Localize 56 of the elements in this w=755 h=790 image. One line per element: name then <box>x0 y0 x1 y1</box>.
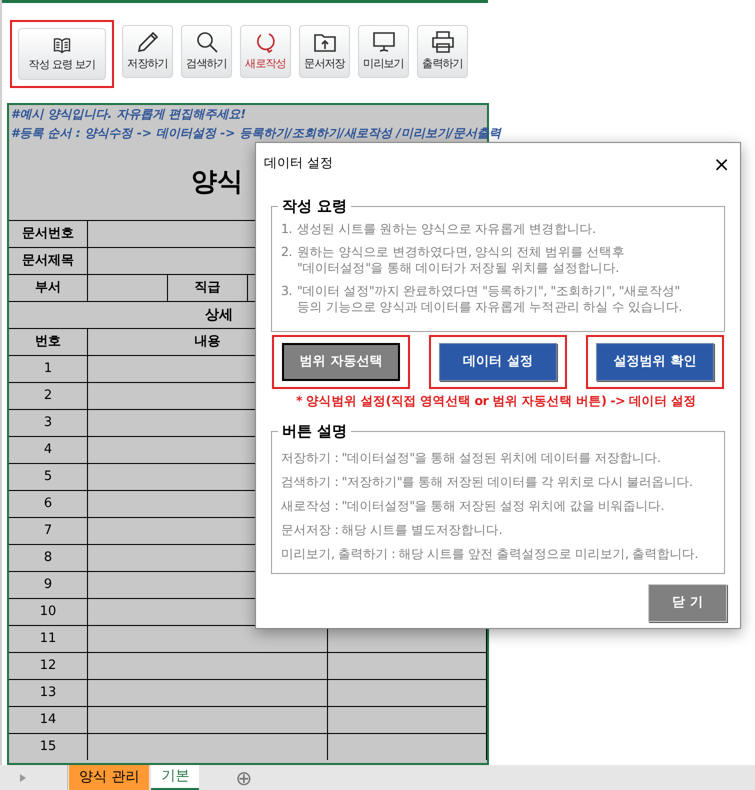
column-header: 번호 <box>9 329 88 355</box>
dialog-button[interactable]: 설정범위 확인 <box>596 343 714 381</box>
printer-icon <box>430 30 454 54</box>
sheet-tab[interactable]: 기본 <box>151 765 200 790</box>
instruction-text: 생성된 시트를 원하는 양식으로 자유롭게 변경합니다. <box>297 221 596 237</box>
close-button[interactable]: × <box>713 154 730 174</box>
toolbar-button[interactable]: 저장하기 <box>122 25 173 78</box>
description-text: 새로작성 : "데이터설정"을 통해 저장된 설정 위치에 값을 비워줍니다. <box>281 496 665 515</box>
list-number: 1. <box>281 221 294 237</box>
row-number: 14 <box>9 707 88 733</box>
field-label: 부서 <box>9 275 88 301</box>
row-number: 2 <box>9 383 88 409</box>
hint-text: * 양식범위 설정(직접 영역선택 or 범위 자동선택 버튼) -> 데이터 설정 <box>295 392 698 410</box>
form-title: 양식 <box>191 166 243 199</box>
row-number: 7 <box>9 518 88 544</box>
toolbar-button[interactable]: 출력하기 <box>417 25 468 78</box>
search-icon <box>194 30 218 54</box>
row-number: 13 <box>9 680 88 706</box>
row-number: 10 <box>9 599 88 625</box>
dialog-button[interactable]: 범위 자동선택 <box>282 343 400 381</box>
instruction-text: "데이터 설정"까지 완료하였다면 "등록하기", "조회하기", "새로작성" 등의 기능으로 양식과 데이터를 자유롭게 누적관리 하실 수 있습니다. <box>297 283 682 315</box>
instruction-text: 원하는 양식으로 변경하였다면, 양식의 전체 범위를 선택후 "데이터설정"을 통해 데이터가 저장될 위치를 설정합니다. <box>297 244 624 276</box>
list-number: 2. <box>281 244 294 261</box>
scroll-right-icon[interactable] <box>20 774 26 782</box>
row-number: 4 <box>9 437 88 463</box>
row-number: 9 <box>9 572 88 598</box>
row-number: 6 <box>9 491 88 517</box>
dialog-title: 데이터 설정 <box>264 155 334 174</box>
description-text: 미리보기, 출력하기 : 해당 시트를 앞전 출력설정으로 미리보기, 출력합니다. <box>281 544 699 563</box>
note-text: #예시 양식입니다. 자유롭게 편집해주세요! <box>11 106 247 123</box>
sheet-tab[interactable]: 양식 관리 <box>69 765 150 790</box>
row-number: 11 <box>9 626 88 652</box>
field-label: 직급 <box>168 275 248 301</box>
row-number: 3 <box>9 410 88 436</box>
section-title: 상세 <box>205 306 233 324</box>
field-label: 문서번호 <box>9 221 88 247</box>
monitor-icon <box>372 30 396 54</box>
description-text: 저장하기 : "데이터설정"을 통해 설정된 위치에 데이터를 저장합니다. <box>281 448 662 467</box>
toolbar-button[interactable]: 작성 요령 보기 <box>18 28 106 80</box>
description-text: 검색하기 : "저장하기"를 통해 저장된 데이터를 각 위치로 다시 불러옵니다. <box>281 472 694 491</box>
add-sheet-button[interactable]: ⊕ <box>235 765 252 790</box>
row-number: 5 <box>9 464 88 490</box>
toolbar-button[interactable]: 문서저장 <box>299 25 350 78</box>
list-number: 3. <box>281 283 294 300</box>
row-number: 8 <box>9 545 88 571</box>
dialog-button[interactable]: 데이터 설정 <box>439 343 557 381</box>
toolbar-button[interactable]: 검색하기 <box>181 25 232 78</box>
pencil-icon <box>136 30 160 54</box>
toolbar-button[interactable]: 새로작성 <box>240 25 291 78</box>
close-dialog-button[interactable]: 닫 기 <box>648 584 727 622</box>
row-number: 15 <box>9 734 88 760</box>
field-label: 문서제목 <box>9 248 88 274</box>
row-number: 12 <box>9 653 88 679</box>
row-number: 1 <box>9 356 88 382</box>
toolbar-button[interactable]: 미리보기 <box>358 25 409 78</box>
description-text: 문서저장 : 해당 시트를 별도저장합니다. <box>281 520 504 539</box>
